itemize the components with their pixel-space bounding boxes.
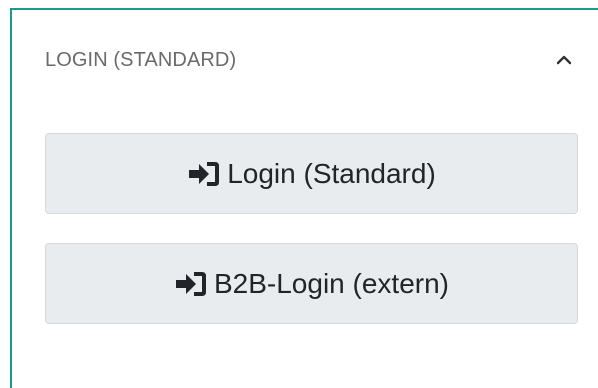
sign-in-icon [174,269,208,299]
sign-in-icon [187,159,221,189]
panel-title: LOGIN (STANDARD) [45,49,237,71]
chevron-up-icon[interactable] [552,48,576,72]
b2b-login-label: B2B-Login (extern) [213,267,449,299]
login-standard-label: Login (Standard) [227,157,436,189]
panel-header[interactable]: LOGIN (STANDARD) [12,10,598,110]
login-standard-button[interactable]: Login (Standard) [45,133,578,214]
b2b-login-button[interactable]: B2B-Login (extern) [45,243,578,324]
login-panel: LOGIN (STANDARD) Login (Standard) B2B-Lo… [10,8,598,388]
